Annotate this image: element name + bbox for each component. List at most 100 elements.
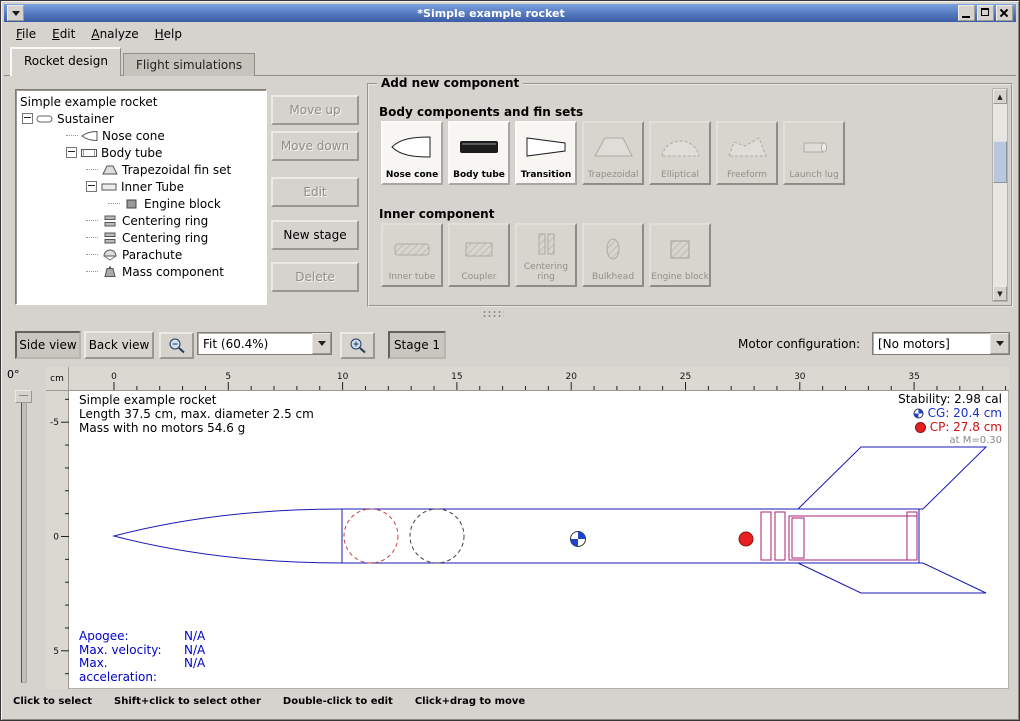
tree-item-sustainer[interactable]: Sustainer: [22, 110, 266, 127]
collapse-icon[interactable]: [86, 181, 97, 192]
stability-info: Stability: 2.98 cal CG: 20.4 cm CP: 27.8…: [898, 392, 1002, 448]
tree-item-centering-ring[interactable]: Centering ring: [86, 212, 266, 229]
edit-button[interactable]: Edit: [271, 177, 359, 207]
scroll-down-icon[interactable]: ▼: [993, 286, 1007, 301]
zoom-out-button[interactable]: [159, 332, 194, 359]
tree-item-parachute[interactable]: Parachute: [86, 246, 266, 263]
nose-cone-icon: [81, 130, 99, 142]
ruler-label: -5: [50, 418, 59, 428]
add-bulkhead-button[interactable]: Bulkhead: [582, 223, 644, 287]
tree-item-engine-block[interactable]: Engine block: [108, 195, 266, 212]
hint-shift-click: Shift+click to select other: [114, 696, 261, 707]
component-tree[interactable]: Simple example rocket Sustainer Nose con…: [15, 89, 267, 305]
tab-strip: Rocket design Flight simulations: [4, 46, 1016, 76]
tree-item-body-tube[interactable]: Body tube: [66, 144, 266, 161]
engine-block-icon: [651, 225, 709, 272]
title-bar[interactable]: *Simple example rocket: [4, 4, 1016, 22]
fin-bottom-outline: [798, 563, 986, 593]
add-freeform-fin-button[interactable]: Freeform: [716, 121, 778, 185]
inner-tube-icon: [383, 225, 441, 272]
splitter-grip-icon: [482, 310, 504, 317]
cp-value: CP: 27.8 cm: [930, 420, 1002, 434]
close-button[interactable]: [996, 5, 1013, 21]
window-menu-icon[interactable]: [7, 5, 24, 21]
tab-rocket-design[interactable]: Rocket design: [10, 47, 121, 76]
add-trapezoidal-fin-button[interactable]: Trapezoidal: [582, 121, 644, 185]
fin-set-icon: [101, 164, 119, 176]
new-stage-button[interactable]: New stage: [271, 220, 359, 250]
tree-connector: [86, 254, 98, 255]
add-engine-block-button[interactable]: Engine block: [649, 223, 711, 287]
add-nose-cone-button[interactable]: Nose cone: [381, 121, 443, 185]
cg-value: CG: 20.4 cm: [928, 406, 1002, 420]
add-body-tube-button[interactable]: Body tube: [448, 121, 510, 185]
menu-edit[interactable]: Edit: [44, 24, 83, 44]
add-transition-button[interactable]: Transition: [515, 121, 577, 185]
menu-analyze[interactable]: Analyze: [83, 24, 146, 44]
cg-marker: [571, 532, 586, 547]
freeform-fin-icon: [718, 123, 776, 170]
back-view-button[interactable]: Back view: [84, 331, 154, 359]
add-inner-tube-button[interactable]: Inner tube: [381, 223, 443, 287]
collapse-icon[interactable]: [22, 113, 33, 124]
tree-item-inner-tube[interactable]: Inner Tube: [86, 178, 266, 195]
tree-item-mass-component[interactable]: Mass component: [86, 263, 266, 280]
tree-item-centering-ring[interactable]: Centering ring: [86, 229, 266, 246]
tree-item-rocket[interactable]: Simple example rocket: [20, 93, 266, 110]
window-title: *Simple example rocket: [24, 7, 958, 20]
maximize-button[interactable]: [977, 5, 994, 21]
ruler-label: 10: [337, 372, 349, 382]
launch-lug-icon: [785, 123, 843, 170]
add-launch-lug-button[interactable]: Launch lug: [783, 121, 845, 185]
parachute-outline: [344, 509, 398, 563]
menu-file[interactable]: File: [8, 24, 44, 44]
move-up-button[interactable]: Move up: [271, 95, 359, 125]
tree-item-nose-cone[interactable]: Nose cone: [66, 127, 266, 144]
zoom-select[interactable]: Fit (60.4%): [197, 332, 332, 355]
horizontal-ruler: 05101520253035: [69, 367, 1009, 391]
tree-item-fin-set[interactable]: Trapezoidal fin set: [86, 161, 266, 178]
rotation-slider-thumb[interactable]: [15, 390, 32, 403]
move-down-button[interactable]: Move down: [271, 131, 359, 161]
centering-ring-icon: [517, 225, 575, 262]
ruler-label: 5: [225, 372, 231, 382]
add-centering-ring-button[interactable]: Centering ring: [515, 223, 577, 287]
zoom-in-button[interactable]: [340, 332, 375, 359]
add-coupler-button[interactable]: Coupler: [448, 223, 510, 287]
aft-ring-outline: [907, 512, 917, 560]
chevron-down-icon[interactable]: [312, 333, 331, 354]
component-scrollbar[interactable]: ▲ ▼: [992, 88, 1008, 302]
tab-flight-simulations[interactable]: Flight simulations: [123, 53, 255, 76]
side-view-button[interactable]: Side view: [15, 331, 81, 359]
rocket-body-outline: [114, 509, 919, 563]
rotation-slider-track[interactable]: [21, 393, 27, 683]
collapse-icon[interactable]: [66, 147, 77, 158]
tree-connector: [108, 203, 120, 204]
rotation-angle-label: 0°: [7, 368, 20, 381]
body-components-label: Body components and fin sets: [379, 105, 583, 119]
scrollbar-thumb[interactable]: [993, 141, 1007, 183]
flight-summary: Apogee:N/A Max. velocity:N/A Max. accele…: [79, 630, 205, 684]
ruler-label: 15: [451, 372, 462, 382]
stage-1-toggle[interactable]: Stage 1: [388, 331, 446, 359]
chevron-down-icon[interactable]: [990, 333, 1009, 354]
cp-marker: [739, 532, 753, 546]
minimize-button[interactable]: [958, 5, 975, 21]
inner-tube-icon: [100, 181, 118, 193]
delete-button[interactable]: Delete: [271, 262, 359, 292]
ruler-label: 0: [111, 372, 117, 382]
rocket-canvas[interactable]: Simple example rocket Length 37.5 cm, ma…: [69, 391, 1009, 689]
menu-help[interactable]: Help: [147, 24, 190, 44]
motor-configuration-select[interactable]: [No motors]: [872, 332, 1010, 355]
elliptical-fin-icon: [651, 123, 709, 170]
add-elliptical-fin-button[interactable]: Elliptical: [649, 121, 711, 185]
body-tube-icon: [450, 123, 508, 170]
rocket-name: Simple example rocket: [79, 393, 314, 407]
scroll-up-icon[interactable]: ▲: [993, 89, 1007, 104]
zoom-in-icon: [349, 337, 367, 354]
inner-tube-outline: [789, 516, 917, 560]
engine-block-outline: [792, 518, 804, 558]
split-pane-divider[interactable]: [4, 307, 1016, 319]
rocket-drawing: [69, 391, 1009, 689]
stage-icon: [36, 113, 54, 125]
